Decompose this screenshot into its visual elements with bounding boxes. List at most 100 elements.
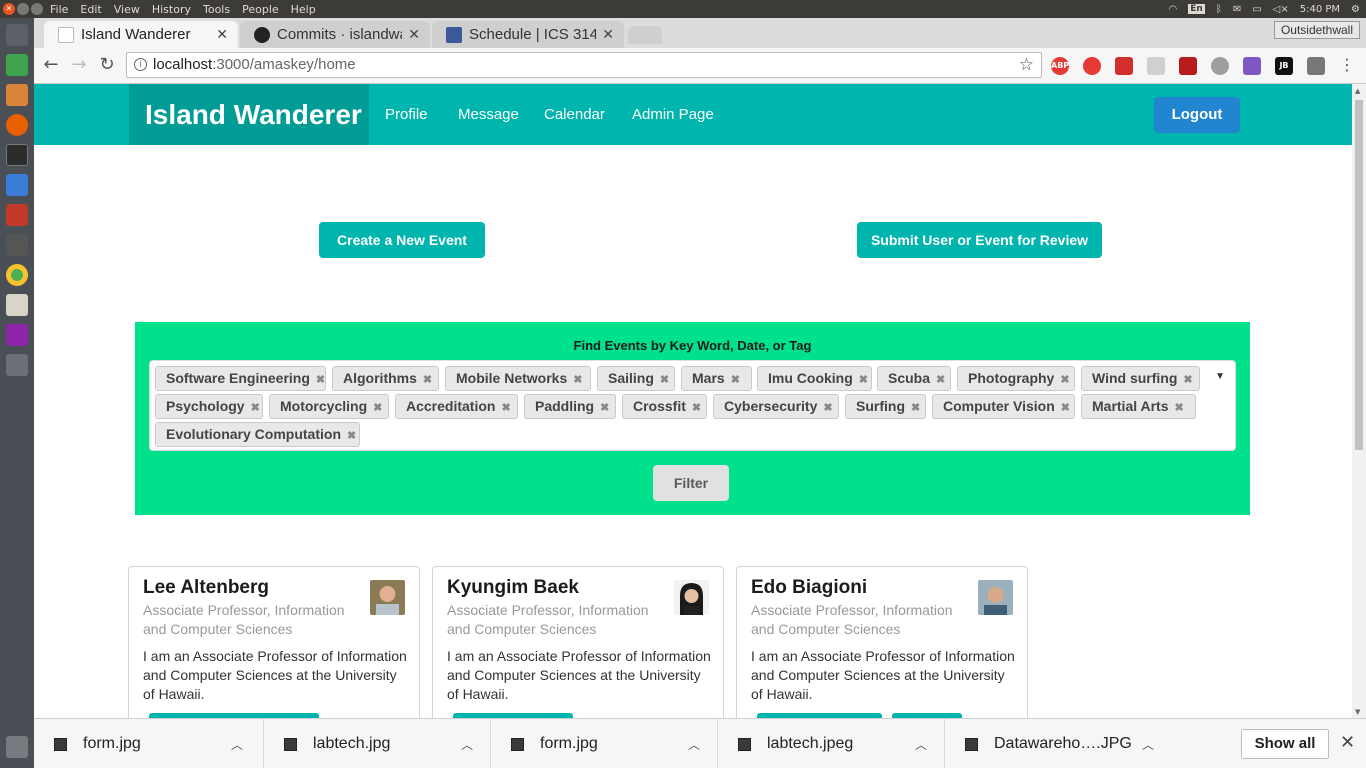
close-downloads-icon[interactable]: ✕ <box>1340 732 1355 753</box>
jetbrains-icon[interactable]: JB <box>1275 57 1293 75</box>
adblock-icon[interactable]: ABP <box>1051 57 1069 75</box>
lastpass-icon[interactable] <box>1115 57 1133 75</box>
scroll-down-arrow-icon[interactable]: ▼ <box>1355 708 1360 716</box>
palette-icon[interactable] <box>1211 57 1229 75</box>
brand-logo[interactable]: Island Wanderer <box>129 84 369 145</box>
new-tab-button[interactable] <box>628 26 662 44</box>
remove-tag-icon[interactable]: ✖ <box>1060 374 1069 386</box>
tab-commits[interactable]: Commits · islandwa ✕ <box>240 21 430 48</box>
remove-tag-icon[interactable]: ✖ <box>600 402 609 414</box>
menu-tools[interactable]: Tools <box>203 3 230 16</box>
eyedropper-icon[interactable] <box>1243 57 1261 75</box>
intellij-icon[interactable] <box>6 324 28 346</box>
document-icon[interactable] <box>6 174 28 196</box>
create-event-button[interactable]: Create a New Event <box>319 222 485 258</box>
tag-chip[interactable]: Sailing ✖ <box>597 366 675 391</box>
wifi-icon[interactable]: ◠ <box>1169 4 1178 15</box>
tag-chip[interactable]: Accreditation ✖ <box>395 394 518 419</box>
tab-island-wanderer[interactable]: Island Wanderer ✕ <box>44 21 238 48</box>
tag-chip[interactable]: Evolutionary Computation ✖ <box>155 422 360 447</box>
profile-card[interactable]: Kyungim Baek Associate Professor, Inform… <box>432 566 724 718</box>
tag-chip[interactable]: Paddling ✖ <box>524 394 616 419</box>
forward-arrow-icon[interactable]: → <box>68 54 90 76</box>
remove-tag-icon[interactable]: ✖ <box>1061 402 1070 414</box>
remove-tag-icon[interactable]: ✖ <box>731 374 740 386</box>
page-scrollbar[interactable]: ▲ ▼ <box>1352 84 1366 718</box>
ublock-icon[interactable] <box>1179 57 1197 75</box>
profile-card[interactable]: Edo Biagioni Associate Professor, Inform… <box>736 566 1028 718</box>
terminal-icon[interactable] <box>6 144 28 166</box>
chevron-up-icon[interactable]: ︿ <box>915 736 927 753</box>
remove-tag-icon[interactable]: ✖ <box>936 374 945 386</box>
nav-admin-page[interactable]: Admin Page <box>632 84 714 145</box>
remove-tag-icon[interactable]: ✖ <box>423 374 432 386</box>
back-arrow-icon[interactable]: ← <box>40 54 62 76</box>
tag-chip[interactable]: Wind surfing ✖ <box>1081 366 1200 391</box>
address-bar[interactable]: i localhost:3000/amaskey/home ☆ <box>126 52 1042 78</box>
tab-close-icon[interactable]: ✕ <box>602 26 614 43</box>
window-close-icon[interactable]: ✕ <box>3 3 15 15</box>
scroll-up-arrow-icon[interactable]: ▲ <box>1355 87 1360 95</box>
volume-icon[interactable]: ◁× <box>1273 4 1289 15</box>
remove-tag-icon[interactable]: ✖ <box>859 374 868 386</box>
tag-chip[interactable]: Computer Vision ✖ <box>932 394 1075 419</box>
profile-name[interactable]: Outsidethwall <box>1273 21 1360 39</box>
chevron-up-icon[interactable]: ︿ <box>1142 736 1154 753</box>
battery-icon[interactable]: ▭ <box>1252 4 1261 15</box>
trash-icon[interactable] <box>6 736 28 758</box>
tab-close-icon[interactable]: ✕ <box>216 26 228 43</box>
chrome-menu-icon[interactable]: ⋮ <box>1336 54 1358 76</box>
bluetooth-icon[interactable]: ᛒ <box>1216 4 1222 15</box>
tag-chip[interactable]: Photography ✖ <box>957 366 1075 391</box>
reload-icon[interactable]: ↻ <box>96 54 118 76</box>
remove-tag-icon[interactable]: ✖ <box>911 402 920 414</box>
tag-chip[interactable]: Surfing ✖ <box>845 394 926 419</box>
submit-review-button[interactable]: Submit User or Event for Review <box>857 222 1102 258</box>
chevron-up-icon[interactable]: ︿ <box>231 736 243 753</box>
menu-help[interactable]: Help <box>291 3 316 16</box>
opera-icon[interactable] <box>1083 57 1101 75</box>
firefox-icon[interactable] <box>6 114 28 136</box>
tag-chip[interactable]: Psychology ✖ <box>155 394 263 419</box>
chrome-icon[interactable] <box>6 264 28 286</box>
remove-tag-icon[interactable]: ✖ <box>692 402 701 414</box>
rss-icon[interactable] <box>1147 57 1165 75</box>
tab-schedule[interactable]: Schedule | ICS 314, F ✕ <box>432 21 624 48</box>
nav-calendar[interactable]: Calendar <box>544 84 605 145</box>
remove-tag-icon[interactable]: ✖ <box>316 374 325 386</box>
tag-multiselect[interactable]: Software Engineering ✖ Algorithms ✖ Mobile… <box>149 360 1236 451</box>
scrollbar-thumb[interactable] <box>1355 100 1363 450</box>
tag-chip[interactable]: Imu Cooking ✖ <box>757 366 872 391</box>
tag-chip[interactable]: Cybersecurity ✖ <box>713 394 839 419</box>
chevron-up-icon[interactable]: ︿ <box>688 736 700 753</box>
menu-history[interactable]: History <box>152 3 191 16</box>
download-item[interactable]: form.jpg ︿ <box>491 719 718 768</box>
remove-tag-icon[interactable]: ✖ <box>347 430 356 442</box>
remove-tag-icon[interactable]: ✖ <box>501 402 510 414</box>
window-minimize-icon[interactable] <box>17 3 29 15</box>
profile-card[interactable]: Lee Altenberg Associate Professor, Infor… <box>128 566 420 718</box>
dropdown-caret-icon[interactable]: ▼ <box>1215 371 1225 382</box>
nav-message[interactable]: Message <box>458 84 519 145</box>
tag-chip[interactable]: Algorithms ✖ <box>332 366 439 391</box>
remove-tag-icon[interactable]: ✖ <box>1183 374 1192 386</box>
spreadsheet-icon[interactable] <box>6 54 28 76</box>
tag-chip[interactable]: Martial Arts ✖ <box>1081 394 1196 419</box>
misc-extension-icon[interactable] <box>1307 57 1325 75</box>
bookmark-star-icon[interactable]: ☆ <box>1019 53 1034 77</box>
logout-button[interactable]: Logout <box>1154 97 1240 133</box>
tab-close-icon[interactable]: ✕ <box>408 26 420 43</box>
download-item[interactable]: labtech.jpg ︿ <box>264 719 491 768</box>
editor-icon[interactable] <box>6 234 28 256</box>
tag-chip[interactable]: Crossfit ✖ <box>622 394 707 419</box>
remove-tag-icon[interactable]: ✖ <box>373 402 382 414</box>
site-info-icon[interactable]: i <box>134 58 147 71</box>
clock[interactable]: 5:40 PM <box>1300 4 1340 15</box>
menu-view[interactable]: View <box>114 3 140 16</box>
show-all-downloads-button[interactable]: Show all <box>1241 729 1329 759</box>
text-editor-icon[interactable] <box>6 294 28 316</box>
download-item[interactable]: form.jpg ︿ <box>34 719 264 768</box>
remove-tag-icon[interactable]: ✖ <box>660 374 669 386</box>
menu-edit[interactable]: Edit <box>80 3 101 16</box>
mail-icon[interactable]: ✉ <box>1233 4 1241 15</box>
